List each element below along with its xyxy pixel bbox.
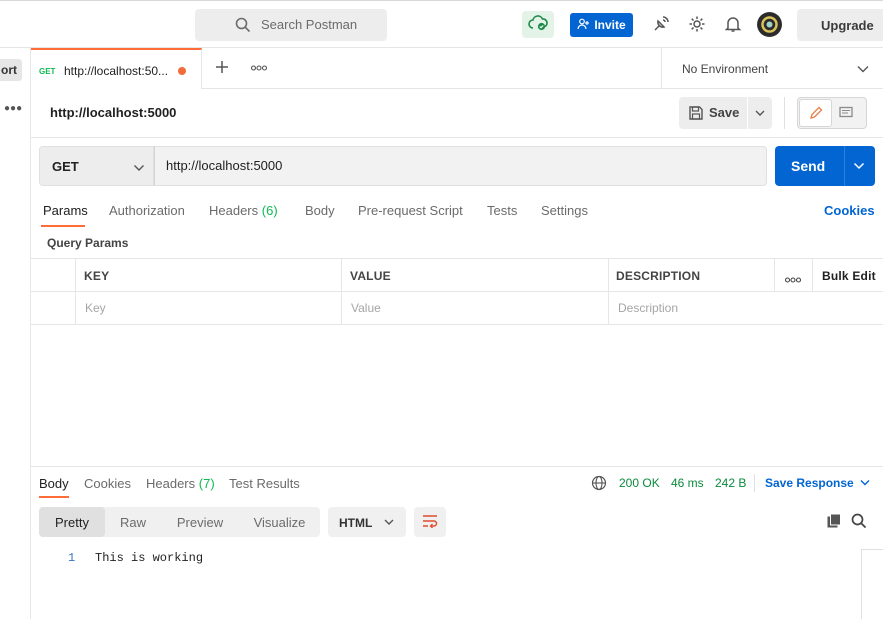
comment-icon[interactable] bbox=[838, 105, 854, 121]
environment-selector[interactable]: No Environment bbox=[661, 48, 883, 89]
avatar[interactable] bbox=[757, 12, 782, 37]
environment-label: No Environment bbox=[682, 61, 769, 76]
chevron-down-icon bbox=[860, 476, 870, 490]
tab-authorization[interactable]: Authorization bbox=[109, 203, 185, 218]
cloud-sync-icon bbox=[528, 15, 548, 34]
response-body-text[interactable]: This is working bbox=[95, 551, 203, 565]
response-size[interactable]: 242 B bbox=[715, 476, 746, 490]
tab-settings[interactable]: Settings bbox=[541, 203, 588, 218]
top-bar bbox=[0, 0, 883, 48]
bulk-edit-button[interactable]: Bulk Edit bbox=[822, 269, 876, 283]
description-input[interactable]: Description bbox=[618, 301, 678, 315]
table-more-icon[interactable] bbox=[784, 271, 802, 286]
format-label: HTML bbox=[339, 516, 373, 530]
tab-url: http://localhost:50... bbox=[64, 64, 169, 78]
wrap-lines-button[interactable] bbox=[414, 507, 446, 537]
query-params-heading: Query Params bbox=[47, 236, 129, 250]
url-input[interactable]: http://localhost:5000 bbox=[154, 146, 767, 186]
upgrade-button[interactable]: Upgrade bbox=[797, 9, 883, 41]
headers-count: (6) bbox=[261, 203, 278, 218]
view-visualize-button[interactable]: Visualize bbox=[239, 507, 320, 537]
invite-label: Invite bbox=[594, 18, 626, 32]
wrap-lines-icon bbox=[421, 514, 439, 531]
save-button[interactable]: Save bbox=[679, 97, 772, 129]
tab-pre-request-script[interactable]: Pre-request Script bbox=[358, 203, 463, 218]
view-pretty-button[interactable]: Pretty bbox=[39, 507, 105, 537]
invite-button[interactable]: Invite bbox=[570, 13, 633, 37]
chevron-down-icon[interactable] bbox=[853, 159, 865, 175]
tab-more-icon[interactable] bbox=[250, 63, 268, 74]
save-response-label: Save Response bbox=[765, 476, 854, 490]
chevron-down-icon bbox=[857, 62, 869, 76]
save-label: Save bbox=[709, 105, 740, 120]
status-code[interactable]: 200 OK bbox=[619, 476, 660, 490]
tab-method: GET bbox=[39, 67, 56, 76]
query-params-table: KEY VALUE DESCRIPTION Bulk Edit Key Valu… bbox=[31, 258, 883, 325]
tab-body[interactable]: Body bbox=[305, 203, 335, 218]
import-button[interactable]: ort bbox=[0, 59, 22, 81]
search-placeholder: Search Postman bbox=[261, 17, 358, 32]
value-input[interactable]: Value bbox=[351, 301, 381, 315]
sidebar-collapsed bbox=[0, 48, 31, 619]
response-divider[interactable] bbox=[31, 466, 883, 467]
satellite-icon[interactable] bbox=[651, 14, 671, 34]
line-number: 1 bbox=[68, 551, 76, 565]
active-tab-underline bbox=[39, 496, 69, 498]
view-mode-group: Pretty Raw Preview Visualize bbox=[39, 507, 320, 537]
add-user-icon bbox=[577, 18, 590, 33]
sync-status-button[interactable] bbox=[522, 11, 554, 38]
more-options-icon[interactable]: ●●● bbox=[4, 103, 22, 114]
pencil-icon[interactable] bbox=[799, 99, 832, 127]
request-title[interactable]: http://localhost:5000 bbox=[50, 105, 176, 120]
active-tab-underline bbox=[41, 225, 85, 227]
new-tab-plus-icon[interactable] bbox=[214, 58, 230, 81]
format-select[interactable]: HTML bbox=[328, 507, 406, 537]
response-time[interactable]: 46 ms bbox=[671, 476, 704, 490]
response-tab-cookies[interactable]: Cookies bbox=[84, 476, 131, 491]
response-tab-headers[interactable]: Headers (7) bbox=[146, 476, 215, 491]
copy-icon[interactable] bbox=[826, 513, 842, 532]
editor-mode-toggle bbox=[797, 97, 867, 129]
search-icon bbox=[235, 17, 251, 36]
save-response-button[interactable]: Save Response bbox=[765, 476, 870, 490]
tab-params[interactable]: Params bbox=[43, 203, 88, 218]
search-bar[interactable]: Search Postman bbox=[195, 9, 387, 41]
method-label: GET bbox=[52, 159, 79, 174]
view-preview-button[interactable]: Preview bbox=[163, 507, 237, 537]
gear-icon[interactable] bbox=[687, 14, 707, 34]
tab-headers[interactable]: Headers (6) bbox=[209, 203, 278, 218]
method-select[interactable]: GET bbox=[39, 146, 154, 186]
response-headers-count: (7) bbox=[198, 476, 215, 491]
scrollbar[interactable] bbox=[861, 549, 883, 619]
send-label: Send bbox=[791, 158, 826, 174]
cookies-link[interactable]: Cookies bbox=[824, 203, 875, 218]
column-header-value: VALUE bbox=[350, 269, 391, 283]
key-input[interactable]: Key bbox=[85, 301, 106, 315]
search-icon[interactable] bbox=[851, 513, 867, 532]
upgrade-label: Upgrade bbox=[821, 17, 874, 33]
request-tab[interactable]: GET http://localhost:50... bbox=[31, 48, 202, 89]
bell-icon[interactable] bbox=[723, 14, 743, 34]
column-header-description: DESCRIPTION bbox=[616, 269, 701, 283]
response-tab-test-results[interactable]: Test Results bbox=[229, 476, 300, 491]
chevron-down-icon[interactable] bbox=[754, 107, 766, 122]
import-label: ort bbox=[1, 63, 17, 77]
chevron-down-icon bbox=[383, 516, 395, 531]
tab-tests[interactable]: Tests bbox=[487, 203, 517, 218]
unsaved-dot-icon bbox=[178, 67, 186, 75]
response-tab-body[interactable]: Body bbox=[39, 476, 69, 491]
column-header-key: KEY bbox=[84, 269, 110, 283]
globe-icon[interactable] bbox=[591, 475, 607, 494]
view-raw-button[interactable]: Raw bbox=[105, 507, 161, 537]
chevron-down-icon bbox=[133, 161, 145, 176]
send-button[interactable]: Send bbox=[775, 146, 875, 186]
